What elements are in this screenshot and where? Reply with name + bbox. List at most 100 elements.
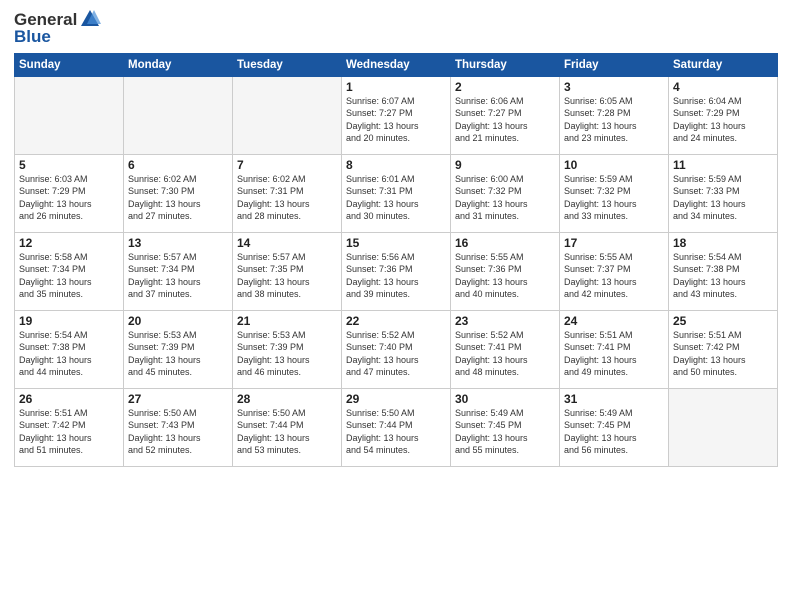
day-number: 30 [455,392,555,406]
day-number: 3 [564,80,664,94]
calendar-cell: 21Sunrise: 5:53 AMSunset: 7:39 PMDayligh… [233,310,342,388]
calendar-cell: 13Sunrise: 5:57 AMSunset: 7:34 PMDayligh… [124,232,233,310]
calendar-cell [233,76,342,154]
calendar-cell: 9Sunrise: 6:00 AMSunset: 7:32 PMDaylight… [451,154,560,232]
logo-blue: Blue [14,27,101,47]
calendar-cell: 11Sunrise: 5:59 AMSunset: 7:33 PMDayligh… [669,154,778,232]
day-number: 26 [19,392,119,406]
calendar-cell: 17Sunrise: 5:55 AMSunset: 7:37 PMDayligh… [560,232,669,310]
day-info: Sunrise: 5:57 AMSunset: 7:34 PMDaylight:… [128,251,228,301]
day-number: 1 [346,80,446,94]
day-info: Sunrise: 6:02 AMSunset: 7:31 PMDaylight:… [237,173,337,223]
calendar-cell: 6Sunrise: 6:02 AMSunset: 7:30 PMDaylight… [124,154,233,232]
day-info: Sunrise: 5:55 AMSunset: 7:36 PMDaylight:… [455,251,555,301]
day-info: Sunrise: 5:51 AMSunset: 7:42 PMDaylight:… [19,407,119,457]
day-info: Sunrise: 5:58 AMSunset: 7:34 PMDaylight:… [19,251,119,301]
calendar-cell: 19Sunrise: 5:54 AMSunset: 7:38 PMDayligh… [15,310,124,388]
week-row-1: 1Sunrise: 6:07 AMSunset: 7:27 PMDaylight… [15,76,778,154]
day-number: 17 [564,236,664,250]
calendar-cell: 30Sunrise: 5:49 AMSunset: 7:45 PMDayligh… [451,388,560,466]
day-info: Sunrise: 5:52 AMSunset: 7:40 PMDaylight:… [346,329,446,379]
day-info: Sunrise: 6:03 AMSunset: 7:29 PMDaylight:… [19,173,119,223]
calendar-cell: 8Sunrise: 6:01 AMSunset: 7:31 PMDaylight… [342,154,451,232]
weekday-header-saturday: Saturday [669,53,778,76]
day-info: Sunrise: 5:49 AMSunset: 7:45 PMDaylight:… [455,407,555,457]
page: General Blue SundayMondayTuesdayWednesda… [0,0,792,612]
day-info: Sunrise: 6:07 AMSunset: 7:27 PMDaylight:… [346,95,446,145]
day-number: 9 [455,158,555,172]
day-info: Sunrise: 5:53 AMSunset: 7:39 PMDaylight:… [237,329,337,379]
day-info: Sunrise: 6:06 AMSunset: 7:27 PMDaylight:… [455,95,555,145]
weekday-header-friday: Friday [560,53,669,76]
calendar-cell: 12Sunrise: 5:58 AMSunset: 7:34 PMDayligh… [15,232,124,310]
calendar-cell: 3Sunrise: 6:05 AMSunset: 7:28 PMDaylight… [560,76,669,154]
calendar-cell: 31Sunrise: 5:49 AMSunset: 7:45 PMDayligh… [560,388,669,466]
day-info: Sunrise: 5:54 AMSunset: 7:38 PMDaylight:… [19,329,119,379]
calendar-cell: 14Sunrise: 5:57 AMSunset: 7:35 PMDayligh… [233,232,342,310]
calendar-cell: 18Sunrise: 5:54 AMSunset: 7:38 PMDayligh… [669,232,778,310]
day-info: Sunrise: 5:53 AMSunset: 7:39 PMDaylight:… [128,329,228,379]
day-number: 25 [673,314,773,328]
day-info: Sunrise: 6:04 AMSunset: 7:29 PMDaylight:… [673,95,773,145]
day-number: 14 [237,236,337,250]
day-number: 18 [673,236,773,250]
calendar-cell: 16Sunrise: 5:55 AMSunset: 7:36 PMDayligh… [451,232,560,310]
day-number: 8 [346,158,446,172]
day-number: 28 [237,392,337,406]
day-info: Sunrise: 6:00 AMSunset: 7:32 PMDaylight:… [455,173,555,223]
calendar-cell: 1Sunrise: 6:07 AMSunset: 7:27 PMDaylight… [342,76,451,154]
day-info: Sunrise: 6:01 AMSunset: 7:31 PMDaylight:… [346,173,446,223]
day-number: 31 [564,392,664,406]
week-row-3: 12Sunrise: 5:58 AMSunset: 7:34 PMDayligh… [15,232,778,310]
day-number: 15 [346,236,446,250]
day-info: Sunrise: 5:59 AMSunset: 7:32 PMDaylight:… [564,173,664,223]
calendar-cell: 10Sunrise: 5:59 AMSunset: 7:32 PMDayligh… [560,154,669,232]
calendar-cell: 15Sunrise: 5:56 AMSunset: 7:36 PMDayligh… [342,232,451,310]
day-number: 13 [128,236,228,250]
weekday-header-wednesday: Wednesday [342,53,451,76]
day-number: 29 [346,392,446,406]
day-number: 12 [19,236,119,250]
day-number: 21 [237,314,337,328]
day-info: Sunrise: 5:55 AMSunset: 7:37 PMDaylight:… [564,251,664,301]
day-info: Sunrise: 5:57 AMSunset: 7:35 PMDaylight:… [237,251,337,301]
calendar-cell: 29Sunrise: 5:50 AMSunset: 7:44 PMDayligh… [342,388,451,466]
calendar-cell: 7Sunrise: 6:02 AMSunset: 7:31 PMDaylight… [233,154,342,232]
day-number: 6 [128,158,228,172]
logo: General Blue [14,10,101,47]
calendar-cell: 27Sunrise: 5:50 AMSunset: 7:43 PMDayligh… [124,388,233,466]
weekday-header-monday: Monday [124,53,233,76]
day-info: Sunrise: 5:50 AMSunset: 7:43 PMDaylight:… [128,407,228,457]
day-number: 11 [673,158,773,172]
day-info: Sunrise: 5:49 AMSunset: 7:45 PMDaylight:… [564,407,664,457]
day-info: Sunrise: 5:50 AMSunset: 7:44 PMDaylight:… [346,407,446,457]
calendar-cell: 23Sunrise: 5:52 AMSunset: 7:41 PMDayligh… [451,310,560,388]
day-info: Sunrise: 5:54 AMSunset: 7:38 PMDaylight:… [673,251,773,301]
calendar-cell: 26Sunrise: 5:51 AMSunset: 7:42 PMDayligh… [15,388,124,466]
day-info: Sunrise: 5:51 AMSunset: 7:42 PMDaylight:… [673,329,773,379]
day-number: 24 [564,314,664,328]
day-info: Sunrise: 5:51 AMSunset: 7:41 PMDaylight:… [564,329,664,379]
day-info: Sunrise: 5:59 AMSunset: 7:33 PMDaylight:… [673,173,773,223]
day-info: Sunrise: 5:50 AMSunset: 7:44 PMDaylight:… [237,407,337,457]
week-row-2: 5Sunrise: 6:03 AMSunset: 7:29 PMDaylight… [15,154,778,232]
weekday-header-sunday: Sunday [15,53,124,76]
day-number: 23 [455,314,555,328]
header: General Blue [14,10,778,47]
weekday-header-row: SundayMondayTuesdayWednesdayThursdayFrid… [15,53,778,76]
day-info: Sunrise: 5:56 AMSunset: 7:36 PMDaylight:… [346,251,446,301]
day-number: 19 [19,314,119,328]
day-info: Sunrise: 6:05 AMSunset: 7:28 PMDaylight:… [564,95,664,145]
day-number: 27 [128,392,228,406]
calendar-cell [124,76,233,154]
day-number: 10 [564,158,664,172]
day-number: 22 [346,314,446,328]
calendar-cell: 28Sunrise: 5:50 AMSunset: 7:44 PMDayligh… [233,388,342,466]
weekday-header-thursday: Thursday [451,53,560,76]
day-number: 5 [19,158,119,172]
calendar-cell: 20Sunrise: 5:53 AMSunset: 7:39 PMDayligh… [124,310,233,388]
calendar-cell: 5Sunrise: 6:03 AMSunset: 7:29 PMDaylight… [15,154,124,232]
day-number: 7 [237,158,337,172]
calendar-cell [669,388,778,466]
week-row-4: 19Sunrise: 5:54 AMSunset: 7:38 PMDayligh… [15,310,778,388]
